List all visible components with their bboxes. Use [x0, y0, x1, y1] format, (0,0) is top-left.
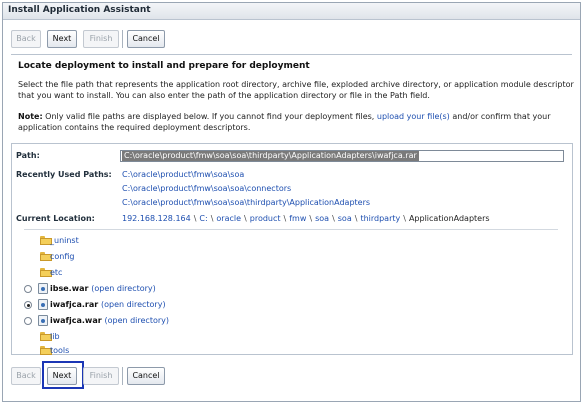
breadcrumb-soa[interactable]: soa [315, 214, 329, 223]
file-name-label: iwafjca.rar (open directory) [50, 300, 166, 309]
select-radio[interactable] [24, 301, 32, 309]
breadcrumb-thirdparty[interactable]: thirdparty [360, 214, 400, 223]
path-input[interactable]: C:\oracle\product\fmw\soa\soa\thirdparty… [120, 150, 564, 162]
open-directory-link[interactable]: (open directory) [104, 316, 169, 325]
breadcrumb-drive[interactable]: C: [199, 214, 207, 223]
breadcrumb-soa[interactable]: soa [338, 214, 352, 223]
list-divider [24, 229, 558, 230]
breadcrumb-separator: \ [332, 214, 335, 223]
breadcrumb-separator: \ [309, 214, 313, 223]
folder-link[interactable]: lib [50, 332, 60, 341]
path-label: Path: [16, 151, 40, 160]
note-text: Note: Only valid file paths are displaye… [18, 111, 574, 133]
toolbar-separator [122, 367, 123, 385]
next-button[interactable]: Next [47, 30, 77, 48]
file-browser-panel: Path: C:\oracle\product\fmw\soa\soa\thir… [11, 143, 573, 355]
finish-button[interactable]: Finish [83, 367, 119, 385]
window-title: Install Application Assistant [8, 5, 151, 15]
page-heading: Locate deployment to install and prepare… [18, 61, 310, 71]
breadcrumb-separator: \ [283, 214, 287, 223]
breadcrumb-separator: \ [403, 214, 406, 223]
file-name-label: ibse.war (open directory) [50, 284, 156, 293]
folder-link[interactable]: config [50, 252, 74, 261]
recent-path-link[interactable]: C:\oracle\product\fmw\soa\soa [122, 170, 244, 179]
cancel-button[interactable]: Cancel [127, 30, 165, 48]
location-breadcrumb: 192.168.128.164 \ C: \ oracle \ product \ fmw \ so… [122, 214, 490, 223]
upload-files-link[interactable]: upload your file(s) [377, 112, 450, 121]
path-value: C:\oracle\product\fmw\soa\soa\thirdparty… [122, 151, 419, 161]
breadcrumb-fmw[interactable]: fmw [289, 214, 306, 223]
note-text-before: Only valid file paths are displayed belo… [42, 112, 377, 121]
folder-link[interactable]: tools [50, 346, 69, 355]
archive-file-icon [38, 315, 48, 326]
recent-path-link[interactable]: C:\oracle\product\fmw\soa\soa\thirdparty… [122, 198, 370, 207]
recent-paths-label: Recently Used Paths: [16, 170, 112, 179]
note-label: Note: [18, 112, 43, 121]
section-divider [11, 54, 572, 55]
back-button[interactable]: Back [11, 30, 41, 48]
current-location-label: Current Location: [16, 214, 95, 223]
install-assistant-window: Install Application Assistant Back Next … [2, 2, 581, 402]
breadcrumb-current: ApplicationAdapters [408, 214, 490, 223]
breadcrumb-oracle[interactable]: oracle [216, 214, 241, 223]
breadcrumb-separator: \ [244, 214, 247, 223]
toolbar-separator [122, 30, 123, 48]
breadcrumb-product[interactable]: product [250, 214, 281, 223]
recent-path-link[interactable]: C:\oracle\product\fmw\soa\soa\connectors [122, 184, 291, 193]
folder-link[interactable]: etc [50, 268, 62, 277]
archive-file-icon [38, 299, 48, 310]
cancel-button[interactable]: Cancel [127, 367, 165, 385]
select-radio[interactable] [24, 317, 32, 325]
open-directory-link[interactable]: (open directory) [101, 300, 166, 309]
select-radio[interactable] [24, 285, 32, 293]
breadcrumb-host[interactable]: 192.168.128.164 [122, 214, 191, 223]
back-button[interactable]: Back [11, 367, 41, 385]
archive-file-icon [38, 283, 48, 294]
next-button[interactable]: Next [47, 367, 77, 385]
file-name-label: iwafjca.war (open directory) [50, 316, 170, 325]
title-bar: Install Application Assistant [3, 3, 580, 20]
folder-link[interactable]: _uninst [50, 236, 79, 245]
description-text: Select the file path that represents the… [18, 80, 574, 100]
open-directory-link[interactable]: (open directory) [91, 284, 156, 293]
finish-button[interactable]: Finish [83, 30, 119, 48]
